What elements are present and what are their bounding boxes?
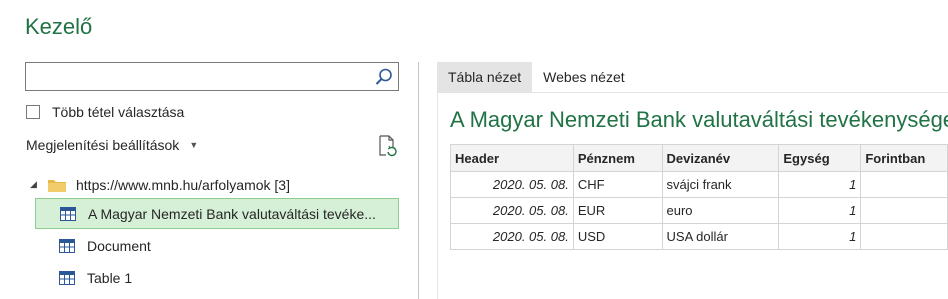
table-icon — [59, 270, 75, 285]
table-cell: 2020. 05. 08. — [450, 171, 574, 198]
collapse-triangle-icon[interactable]: ◢ — [30, 179, 40, 190]
preview-tabs: Tábla nézet Webes nézet — [437, 62, 636, 92]
preview-title: A Magyar Nemzeti Bank valutaváltási tevé… — [450, 107, 948, 132]
table-icon — [60, 206, 76, 221]
column-header[interactable]: Devizanév — [661, 144, 780, 172]
table-cell: svájci frank — [661, 171, 780, 198]
table-cell: CHF — [572, 171, 663, 198]
table-row: 2020. 05. 08. CHF svájci frank 1 — [450, 171, 948, 198]
table-cell — [860, 223, 948, 250]
column-header[interactable]: Egység — [778, 144, 862, 172]
tree-item-document[interactable]: Document — [35, 230, 399, 261]
multi-select-label: Több tétel választása — [52, 104, 185, 120]
table-row: 2020. 05. 08. USD USA dollár 1 — [450, 223, 948, 250]
pane-divider[interactable] — [418, 62, 419, 299]
multi-select-option[interactable]: Több tétel választása — [26, 104, 184, 120]
folder-icon — [48, 179, 66, 192]
table-cell: 1 — [778, 171, 862, 198]
table-cell: 2020. 05. 08. — [450, 197, 574, 224]
multi-select-checkbox[interactable] — [26, 105, 40, 119]
refresh-icon[interactable] — [377, 135, 397, 157]
table-cell: USA dollár — [661, 223, 780, 250]
tree-item-label: Document — [87, 237, 151, 254]
table-row: 2020. 05. 08. EUR euro 1 — [450, 197, 948, 224]
table-cell — [860, 171, 948, 198]
table-cell: 2020. 05. 08. — [450, 223, 574, 250]
table-cell — [860, 197, 948, 224]
table-icon — [59, 238, 75, 253]
tree-root-label: https://www.mnb.hu/arfolyamok [3] — [76, 176, 290, 193]
table-header-row: Header Pénznem Devizanév Egység Forintba… — [450, 144, 948, 172]
display-options-dropdown[interactable]: Megjelenítési beállítások ▼ — [26, 137, 198, 153]
tab-web-view[interactable]: Webes nézet — [532, 62, 635, 92]
table-cell: euro — [661, 197, 780, 224]
column-header[interactable]: Forintban — [860, 144, 948, 172]
tree-item-table-1[interactable]: Table 1 — [35, 262, 399, 293]
navigator-title: Kezelő — [25, 14, 93, 39]
chevron-down-icon: ▼ — [189, 140, 199, 150]
tree-item-label: A Magyar Nemzeti Bank valutaváltási tevé… — [88, 205, 376, 222]
preview-table: Header Pénznem Devizanév Egység Forintba… — [450, 144, 948, 250]
tab-table-view[interactable]: Tábla nézet — [437, 62, 533, 92]
table-cell: 1 — [778, 223, 862, 250]
tree-item-mnb-table[interactable]: A Magyar Nemzeti Bank valutaváltási tevé… — [35, 198, 399, 229]
table-cell: USD — [572, 223, 663, 250]
column-header[interactable]: Header — [450, 144, 574, 172]
tree-root-node[interactable]: ◢ https://www.mnb.hu/arfolyamok [3] — [30, 169, 290, 200]
search-input[interactable] — [25, 62, 399, 91]
display-options-label: Megjelenítési beállítások — [26, 137, 180, 153]
tree-item-label: Table 1 — [87, 269, 133, 286]
preview-panel: A Magyar Nemzeti Bank valutaváltási tevé… — [437, 92, 948, 299]
table-cell: 1 — [778, 197, 862, 224]
column-header[interactable]: Pénznem — [572, 144, 663, 172]
table-cell: EUR — [572, 197, 663, 224]
search-icon[interactable] — [374, 67, 394, 87]
